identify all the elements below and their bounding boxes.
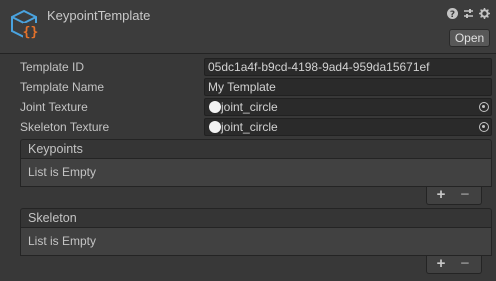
open-button[interactable]: Open: [449, 29, 490, 47]
keypoints-list-header[interactable]: Keypoints: [20, 139, 492, 159]
skeleton-texture-row: Skeleton Texture joint_circle: [20, 118, 492, 136]
header-icons: ?: [446, 6, 490, 20]
template-name-label: Template Name: [20, 80, 105, 94]
texture-thumbnail-icon: [209, 101, 221, 113]
asset-title: KeypointTemplate: [47, 8, 151, 23]
template-id-label: Template ID: [20, 60, 85, 74]
texture-thumbnail-icon: [209, 121, 221, 133]
object-picker-icon[interactable]: [479, 122, 489, 132]
joint-texture-value: joint_circle: [221, 100, 278, 114]
skeleton-add-button[interactable]: +: [433, 255, 449, 273]
keypoints-list-empty: List is Empty: [20, 159, 492, 187]
scriptable-object-icon: {}: [11, 9, 39, 40]
inspector-header: {} KeypointTemplate ? Open: [0, 0, 496, 54]
template-name-field[interactable]: My Template: [204, 78, 492, 96]
template-id-row: Template ID 05dc1a4f-b9cd-4198-9ad4-959d…: [20, 58, 492, 76]
skeleton-list-empty: List is Empty: [20, 228, 492, 256]
skeleton-list-footer: + −: [20, 255, 492, 274]
presets-icon[interactable]: [462, 6, 474, 20]
keypoints-footer-buttons: + −: [426, 186, 482, 205]
skeleton-remove-button[interactable]: −: [457, 255, 473, 273]
skeleton-footer-buttons: + −: [426, 255, 482, 274]
joint-texture-row: Joint Texture joint_circle: [20, 98, 492, 116]
object-picker-icon[interactable]: [479, 102, 489, 112]
keypoints-list-footer: + −: [20, 186, 492, 205]
skeleton-texture-value: joint_circle: [221, 120, 278, 134]
skeleton-texture-field[interactable]: joint_circle: [204, 118, 492, 136]
keypoints-add-button[interactable]: +: [433, 186, 449, 204]
template-id-field[interactable]: 05dc1a4f-b9cd-4198-9ad4-959da15671ef: [204, 58, 492, 76]
keypoints-remove-button[interactable]: −: [457, 186, 473, 204]
help-icon[interactable]: ?: [446, 6, 458, 20]
keypoints-list: Keypoints List is Empty + −: [20, 139, 492, 205]
svg-text:?: ?: [449, 10, 454, 19]
settings-icon[interactable]: [478, 6, 490, 20]
joint-texture-field[interactable]: joint_circle: [204, 98, 492, 116]
skeleton-texture-label: Skeleton Texture: [20, 120, 110, 134]
template-name-row: Template Name My Template: [20, 78, 492, 96]
skeleton-list: Skeleton List is Empty + −: [20, 208, 492, 274]
svg-text:{}: {}: [23, 25, 39, 40]
joint-texture-label: Joint Texture: [20, 100, 88, 114]
skeleton-list-header[interactable]: Skeleton: [20, 208, 492, 228]
